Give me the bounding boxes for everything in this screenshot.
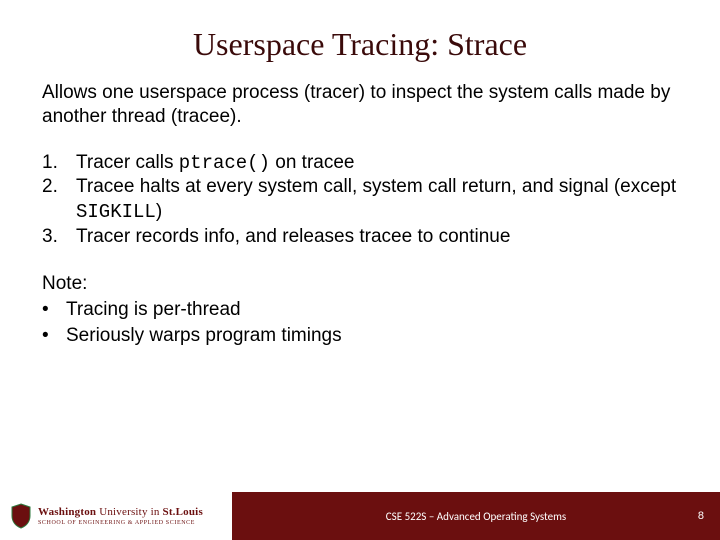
wordmark-top: Washington University in St.Louis	[38, 507, 203, 518]
list-text: Tracee halts at every system call, syste…	[76, 175, 678, 224]
list-text: Tracer calls ptrace() on tracee	[76, 151, 678, 176]
shield-icon	[10, 503, 32, 529]
text-segment: University in	[96, 506, 162, 518]
text-segment: Washington	[38, 506, 96, 518]
note-block: Note: • Tracing is per-thread • Seriousl…	[42, 271, 678, 348]
list-number: 3.	[42, 225, 76, 250]
university-logo: Washington University in St.Louis SCHOOL…	[10, 503, 203, 529]
page-number: 8	[698, 510, 704, 522]
bullet-text: Tracing is per-thread	[66, 297, 241, 323]
footer-bar: Washington University in St.Louis SCHOOL…	[0, 492, 720, 540]
code-snippet: SIGKILL	[76, 201, 156, 223]
bullet-icon: •	[42, 323, 66, 349]
slide: Userspace Tracing: Strace Allows one use…	[0, 0, 720, 540]
list-text: Tracer records info, and releases tracee…	[76, 225, 678, 250]
list-item: 2. Tracee halts at every system call, sy…	[42, 175, 678, 224]
wordmark: Washington University in St.Louis SCHOOL…	[38, 507, 203, 526]
lead-text: Allows one userspace process (tracer) to…	[42, 81, 678, 129]
list-item: 1. Tracer calls ptrace() on tracee	[42, 151, 678, 176]
bullet-text: Seriously warps program timings	[66, 323, 342, 349]
bullet-icon: •	[42, 297, 66, 323]
ordered-list: 1. Tracer calls ptrace() on tracee 2. Tr…	[42, 151, 678, 250]
list-number: 2.	[42, 175, 76, 224]
list-item: 3. Tracer records info, and releases tra…	[42, 225, 678, 250]
code-snippet: ptrace()	[179, 152, 270, 174]
text-segment: Tracee halts at every system call, syste…	[76, 176, 676, 197]
list-item: • Seriously warps program timings	[42, 323, 678, 349]
text-segment: St.Louis	[163, 506, 203, 518]
text-segment: on tracee	[270, 152, 355, 173]
slide-title: Userspace Tracing: Strace	[0, 0, 720, 63]
course-label: CSE 522S – Advanced Operating Systems	[232, 510, 720, 523]
footer-info-area: CSE 522S – Advanced Operating Systems 8	[232, 492, 720, 540]
slide-body: Allows one userspace process (tracer) to…	[0, 63, 720, 348]
list-item: • Tracing is per-thread	[42, 297, 678, 323]
text-segment: Tracer records info, and releases tracee…	[76, 226, 510, 247]
footer-logo-area: Washington University in St.Louis SCHOOL…	[0, 492, 232, 540]
wordmark-bottom: SCHOOL OF ENGINEERING & APPLIED SCIENCE	[38, 520, 203, 526]
note-label: Note:	[42, 271, 678, 297]
text-segment: Tracer calls	[76, 152, 179, 173]
list-number: 1.	[42, 151, 76, 176]
text-segment: )	[156, 201, 162, 222]
